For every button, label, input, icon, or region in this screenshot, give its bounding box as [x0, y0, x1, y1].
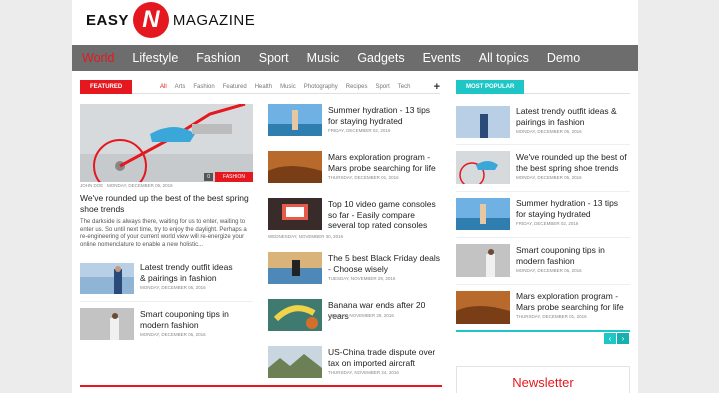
- popular-divider: [456, 330, 630, 332]
- left-item-title[interactable]: Latest trendy outfit ideas & pairings in…: [140, 262, 240, 283]
- thumb-banana[interactable]: [268, 299, 322, 331]
- hero-excerpt: The darkside is always there, waiting fo…: [80, 219, 247, 248]
- thumb-hydration[interactable]: [268, 104, 322, 136]
- hero-category-badge[interactable]: FASHION: [215, 172, 253, 182]
- hero-title[interactable]: We've rounded up the best of the best sp…: [80, 193, 255, 214]
- popular-couponing-photo: [456, 244, 510, 277]
- featured-badge: FEATURED: [80, 79, 132, 94]
- nav-item-fashion[interactable]: Fashion: [196, 51, 240, 65]
- thumb-trade[interactable]: [268, 346, 322, 378]
- filter-recipes[interactable]: Recipes: [346, 84, 368, 90]
- more-filters-button[interactable]: +: [434, 81, 440, 93]
- popular-item-title[interactable]: Summer hydration - 13 tips for staying h…: [516, 198, 628, 219]
- mid-item-date: MONDAY, NOVEMBER 28, 2016: [328, 313, 394, 318]
- nav-item-all-topics[interactable]: All topics: [479, 51, 529, 65]
- main-nav: World Lifestyle Fashion Sport Music Gadg…: [72, 45, 638, 71]
- mid-item-date: THURSDAY, DECEMBER 01, 2016: [328, 175, 399, 180]
- popular-item-title[interactable]: Mars exploration program - Mars probe se…: [516, 291, 628, 312]
- section-divider: [80, 385, 442, 387]
- thumb-couponing[interactable]: [80, 308, 134, 340]
- logo-text-magazine: MAGAZINE: [172, 11, 256, 29]
- newsletter-title: Newsletter: [456, 366, 630, 393]
- left-item-date: MONDAY, DECEMBER 05, 2016: [140, 332, 206, 337]
- logo-text-easy: EASY: [86, 11, 129, 29]
- filter-arts[interactable]: Arts: [175, 84, 186, 90]
- popular-mars-photo: [456, 291, 510, 324]
- most-popular-badge: MOST POPULAR: [456, 80, 524, 94]
- popular-item-date: FRIDAY, DECEMBER 02, 2016: [516, 221, 579, 226]
- thumb-black-friday[interactable]: [268, 252, 322, 284]
- left-item-title[interactable]: Smart couponing tips in modern fashion: [140, 309, 250, 330]
- filter-all[interactable]: All: [160, 84, 167, 90]
- nav-item-events[interactable]: Events: [423, 51, 461, 65]
- mid-item-date: WEDNESDAY, NOVEMBER 30, 2016: [268, 234, 344, 239]
- popular-shoe-photo: [456, 151, 510, 184]
- mid-item-title[interactable]: Mars exploration program - Mars probe se…: [328, 152, 440, 173]
- popular-thumb[interactable]: [456, 106, 510, 138]
- trade-photo: [268, 346, 322, 378]
- category-filters: All Arts Fashion Featured Health Music P…: [160, 84, 434, 90]
- mid-item-title[interactable]: Top 10 video game consoles so far - Easi…: [328, 199, 440, 231]
- mid-item-title[interactable]: The 5 best Black Friday deals - Choose w…: [328, 253, 440, 274]
- filter-featured[interactable]: Featured: [223, 84, 247, 90]
- comment-count: 0: [204, 173, 213, 181]
- bicycle-shoe-photo: [80, 104, 253, 182]
- hydration-photo: [268, 104, 322, 136]
- nav-item-lifestyle[interactable]: Lifestyle: [132, 51, 178, 65]
- outfit-photo: [80, 263, 134, 294]
- hero-meta: JOHN DOE MONDAY, DECEMBER 05, 2016: [80, 183, 173, 188]
- nav-item-gadgets[interactable]: Gadgets: [357, 51, 404, 65]
- popular-item-title[interactable]: Smart couponing tips in modern fashion: [516, 245, 628, 266]
- mid-item-date: THURSDAY, NOVEMBER 24, 2016: [328, 370, 399, 375]
- most-popular-header: MOST POPULAR: [456, 80, 630, 94]
- nav-item-sport[interactable]: Sport: [259, 51, 289, 65]
- popular-thumb[interactable]: [456, 244, 510, 277]
- nav-item-music[interactable]: Music: [307, 51, 340, 65]
- filter-photography[interactable]: Photography: [304, 84, 338, 90]
- popular-thumb[interactable]: [456, 198, 510, 230]
- popular-thumb[interactable]: [456, 291, 510, 324]
- hero-date: MONDAY, DECEMBER 05, 2016: [107, 183, 173, 188]
- couponing-photo: [80, 308, 134, 340]
- popular-item-title[interactable]: Latest trendy outfit ideas & pairings in…: [516, 106, 628, 127]
- featured-tabbar: FEATURED All Arts Fashion Featured Healt…: [80, 79, 440, 94]
- logo-mark: N: [132, 2, 169, 38]
- mid-item-title[interactable]: US-China trade dispute over tax on impor…: [328, 347, 440, 368]
- popular-thumb[interactable]: [456, 151, 510, 184]
- popular-hydration-photo: [456, 198, 510, 230]
- mid-item-title[interactable]: Summer hydration - 13 tips for staying h…: [328, 105, 438, 126]
- popular-item-date: MONDAY, DECEMBER 05, 2016: [516, 175, 582, 180]
- hero-image[interactable]: 0 FASHION: [80, 104, 253, 182]
- popular-prev-button[interactable]: ‹: [604, 333, 616, 344]
- popular-outfit-photo: [456, 106, 510, 138]
- site-logo[interactable]: EASY N MAGAZINE: [86, 2, 255, 38]
- filter-sport[interactable]: Sport: [375, 84, 389, 90]
- filter-fashion[interactable]: Fashion: [193, 84, 214, 90]
- nav-item-world[interactable]: World: [82, 51, 114, 65]
- hero-author[interactable]: JOHN DOE: [80, 183, 103, 188]
- consoles-photo: [268, 198, 322, 230]
- mars-photo: [268, 151, 322, 183]
- banana-photo: [268, 299, 322, 331]
- thumb-consoles[interactable]: [268, 198, 322, 230]
- filter-health[interactable]: Health: [255, 84, 272, 90]
- filter-music[interactable]: Music: [280, 84, 296, 90]
- popular-item-title[interactable]: We've rounded up the best of the best sp…: [516, 152, 628, 173]
- popular-item-date: MONDAY, DECEMBER 05, 2016: [516, 129, 582, 134]
- mid-item-date: FRIDAY, DECEMBER 02, 2016: [328, 128, 391, 133]
- popular-item-date: THURSDAY, DECEMBER 01, 2016: [516, 314, 587, 319]
- popular-item-date: MONDAY, DECEMBER 05, 2016: [516, 268, 582, 273]
- thumb-outfit[interactable]: [80, 263, 134, 294]
- filter-tech[interactable]: Tech: [398, 84, 411, 90]
- left-item-date: MONDAY, DECEMBER 05, 2016: [140, 285, 206, 290]
- mid-item-date: TUESDAY, NOVEMBER 29, 2016: [328, 276, 396, 281]
- thumb-mars[interactable]: [268, 151, 322, 183]
- black-friday-photo: [268, 252, 322, 284]
- nav-item-demo[interactable]: Demo: [547, 51, 580, 65]
- popular-next-button[interactable]: ›: [617, 333, 629, 344]
